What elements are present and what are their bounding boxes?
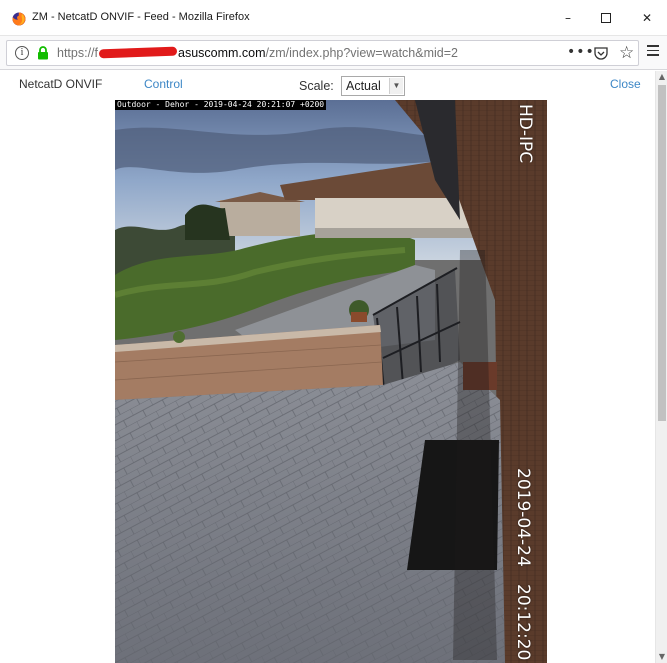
window-title: ZM - NetcatD ONVIF - Feed - Mozilla Fire… <box>32 11 250 23</box>
url-text[interactable]: https://f asuscomm.com/zm/index.php?view=… <box>57 46 458 60</box>
bookmark-star-icon[interactable]: ☆ <box>619 44 634 62</box>
osd-time: 20:12:20 <box>513 584 533 661</box>
scroll-up-icon[interactable]: ▲ <box>656 71 667 83</box>
osd-camera-model: HD-IPC <box>515 104 535 164</box>
close-link[interactable]: Close <box>610 77 641 91</box>
maximize-icon <box>601 13 611 23</box>
pocket-icon[interactable] <box>593 46 609 61</box>
scroll-down-icon[interactable]: ▼ <box>656 651 667 663</box>
osd-date: 2019-04-24 <box>513 468 533 567</box>
maximize-button[interactable] <box>596 8 616 28</box>
firefox-logo-icon <box>12 12 26 26</box>
monitor-name: NetcatD ONVIF <box>19 77 103 91</box>
url-scheme: https://f <box>57 46 98 60</box>
control-link[interactable]: Control <box>144 77 183 91</box>
minimize-button[interactable]: – <box>558 8 578 28</box>
navigation-bar: i https://f asuscomm.com/zm/index.php?vie… <box>0 36 667 70</box>
window-titlebar: ZM - NetcatD ONVIF - Feed - Mozilla Fire… <box>0 0 667 36</box>
close-window-button[interactable]: ✕ <box>637 8 657 28</box>
url-bar[interactable]: i https://f asuscomm.com/zm/index.php?vie… <box>6 40 639 66</box>
camera-feed[interactable]: Outdoor - Dehor - 2019-04-24 20:21:07 +0… <box>115 100 547 663</box>
info-icon[interactable]: i <box>15 46 29 60</box>
scroll-thumb[interactable] <box>658 85 666 421</box>
url-host: asuscomm.com <box>178 46 266 60</box>
osd-timestamp: Outdoor - Dehor - 2019-04-24 20:21:07 +0… <box>115 100 327 110</box>
redaction-mark <box>98 46 178 59</box>
page-actions-icon[interactable]: ••• <box>567 44 595 60</box>
page-content: NetcatD ONVIF Control Scale: Actual ▼ Cl… <box>0 71 655 663</box>
scale-select-value: Actual <box>346 79 381 93</box>
hamburger-menu-icon[interactable] <box>647 45 659 56</box>
vertical-scrollbar[interactable]: ▲ ▼ <box>655 71 667 663</box>
scale-label: Scale: <box>299 79 334 93</box>
url-path: /zm/index.php?view=watch&mid=2 <box>265 46 458 60</box>
lock-icon[interactable] <box>37 46 49 60</box>
scale-select[interactable]: Actual ▼ <box>341 76 405 96</box>
chevron-down-icon: ▼ <box>389 78 403 94</box>
camera-feed-image <box>115 100 547 663</box>
